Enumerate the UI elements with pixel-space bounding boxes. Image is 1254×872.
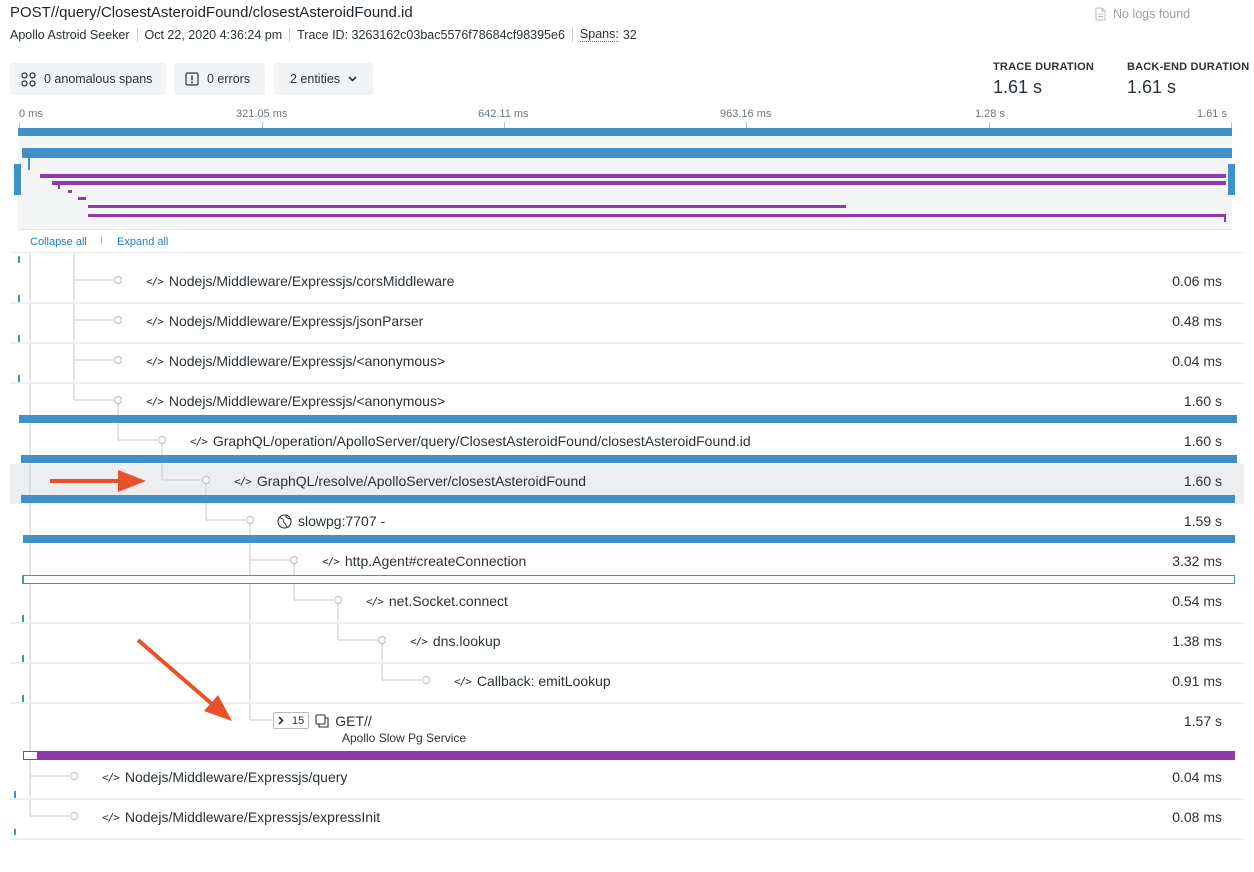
annotation-arrows xyxy=(50,470,232,721)
arrow-annotation-icon xyxy=(50,470,146,492)
arrow-annotation-icon xyxy=(136,638,232,721)
